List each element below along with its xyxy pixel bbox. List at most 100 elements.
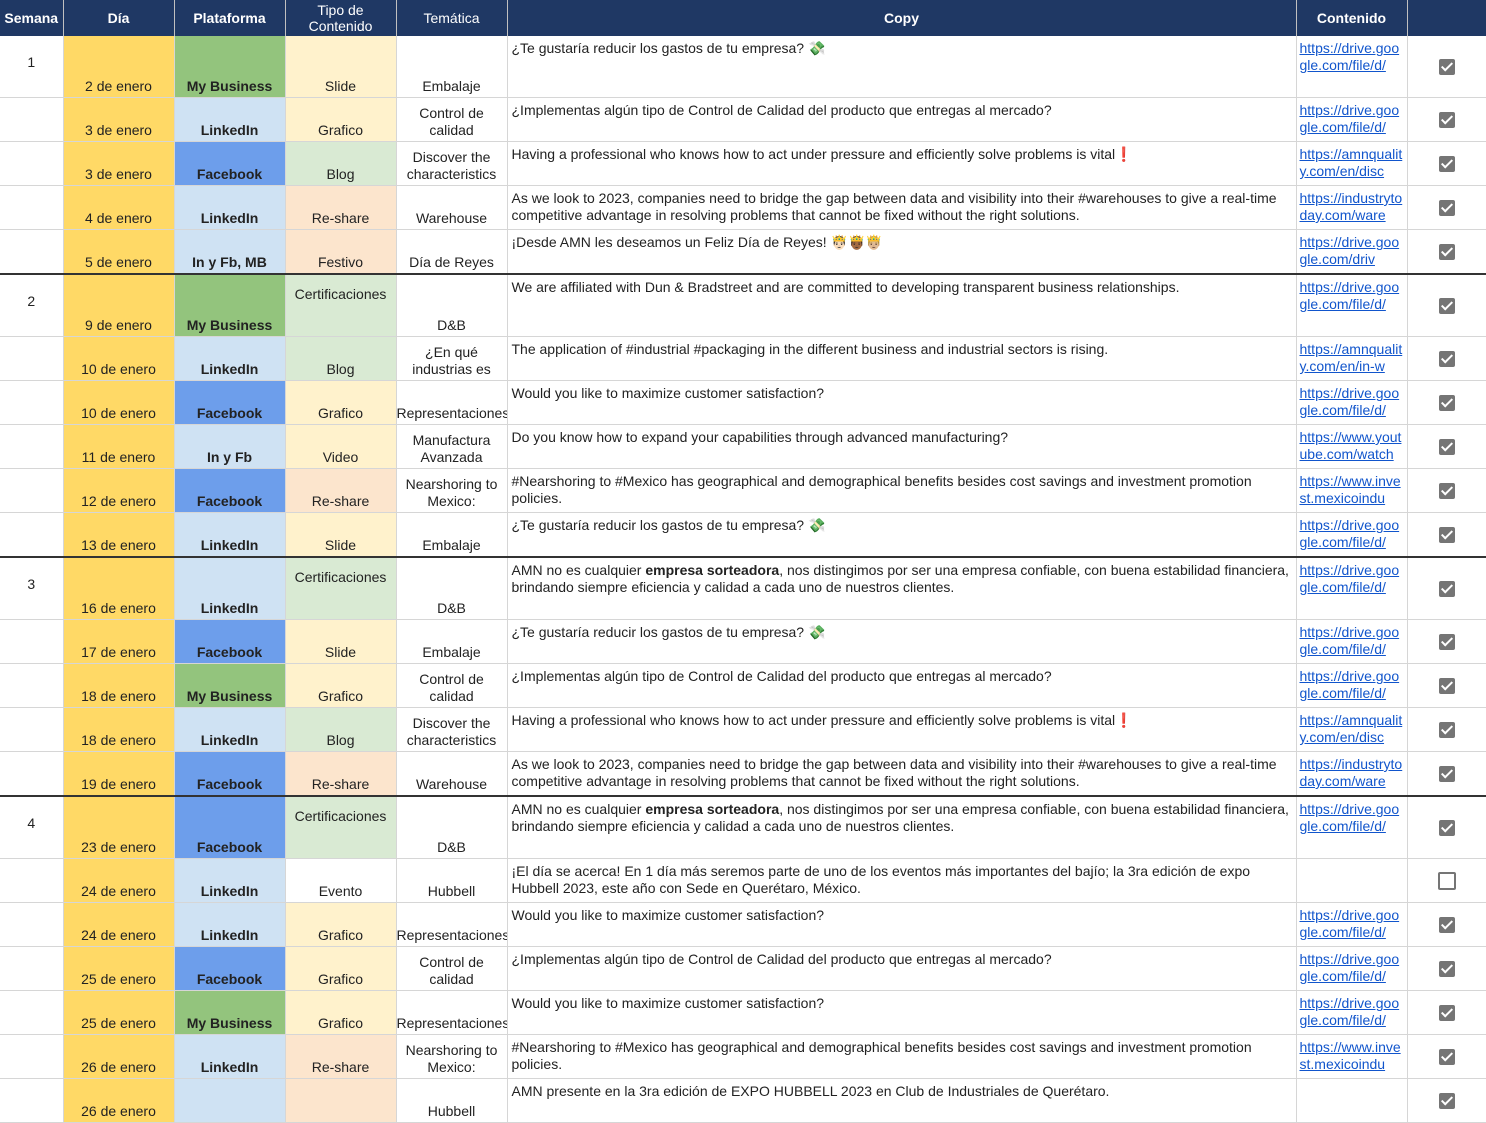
content-link-cell[interactable]: https://www.youtube.com/watch — [1296, 424, 1408, 469]
checked-checkbox-icon[interactable] — [1438, 527, 1455, 544]
content-link[interactable]: https://www.invest.mexicoindu — [1297, 1035, 1407, 1076]
platform-cell[interactable]: My Business — [174, 990, 286, 1035]
day-cell[interactable]: 24 de enero — [63, 858, 175, 903]
content-type-cell[interactable]: Re-share — [285, 1034, 397, 1079]
checkbox-cell[interactable] — [1407, 858, 1486, 903]
content-link-cell[interactable]: https://drive.google.com/file/d/ — [1296, 380, 1408, 425]
platform-cell[interactable]: LinkedIn — [174, 1034, 286, 1079]
content-type-cell[interactable]: Grafico — [285, 902, 397, 947]
week-cell[interactable]: 4 — [0, 795, 64, 859]
checkbox-cell[interactable] — [1407, 1078, 1486, 1123]
checkbox-cell[interactable] — [1407, 663, 1486, 708]
checked-checkbox-icon[interactable] — [1438, 678, 1455, 695]
day-cell[interactable]: 3 de enero — [63, 97, 175, 142]
day-cell[interactable]: 9 de enero — [63, 273, 175, 337]
copy-cell[interactable]: AMN no es cualquier empresa sorteadora, … — [507, 795, 1297, 859]
content-type-cell[interactable]: Blog — [285, 336, 397, 381]
checked-checkbox-icon[interactable] — [1438, 483, 1455, 500]
topic-cell[interactable]: Control de calidad — [396, 663, 508, 708]
content-link[interactable]: https://amnquality.com/en/in-w — [1297, 337, 1407, 378]
day-cell[interactable]: 2 de enero — [63, 36, 175, 98]
copy-cell[interactable]: ¿Implementas algún tipo de Control de Ca… — [507, 946, 1297, 991]
day-cell[interactable]: 3 de enero — [63, 141, 175, 186]
checkbox-cell[interactable] — [1407, 795, 1486, 859]
topic-cell[interactable]: Día de Reyes — [396, 229, 508, 275]
week-cell[interactable] — [0, 512, 64, 558]
checked-checkbox-icon[interactable] — [1438, 298, 1455, 315]
content-type-cell[interactable]: Re-share — [285, 185, 397, 230]
checkbox-cell[interactable] — [1407, 380, 1486, 425]
platform-cell[interactable]: Facebook — [174, 141, 286, 186]
topic-cell[interactable]: Representaciones — [396, 902, 508, 947]
day-cell[interactable]: 19 de enero — [63, 751, 175, 797]
copy-cell[interactable]: AMN no es cualquier empresa sorteadora, … — [507, 556, 1297, 620]
content-type-cell[interactable]: Slide — [285, 619, 397, 664]
content-link-cell[interactable]: https://drive.google.com/file/d/ — [1296, 556, 1408, 620]
checked-checkbox-icon[interactable] — [1438, 722, 1455, 739]
day-cell[interactable]: 26 de enero — [63, 1078, 175, 1123]
content-link[interactable]: https://amnquality.com/en/disc — [1297, 142, 1407, 183]
content-type-cell[interactable]: Video — [285, 424, 397, 469]
content-type-cell[interactable]: Blog — [285, 141, 397, 186]
content-link-cell[interactable] — [1296, 858, 1408, 903]
day-cell[interactable]: 10 de enero — [63, 336, 175, 381]
copy-cell[interactable]: Would you like to maximize customer sati… — [507, 902, 1297, 947]
checked-checkbox-icon[interactable] — [1438, 156, 1455, 173]
topic-cell[interactable]: Nearshoring to Mexico: — [396, 468, 508, 513]
week-cell[interactable]: 1 — [0, 36, 64, 98]
checkbox-cell[interactable] — [1407, 946, 1486, 991]
content-link[interactable]: https://drive.google.com/driv — [1297, 230, 1407, 271]
checked-checkbox-icon[interactable] — [1438, 59, 1455, 76]
topic-cell[interactable]: ¿En qué industrias es — [396, 336, 508, 381]
topic-cell[interactable]: Hubbell — [396, 1078, 508, 1123]
day-cell[interactable]: 18 de enero — [63, 707, 175, 752]
topic-cell[interactable]: D&B — [396, 795, 508, 859]
topic-cell[interactable]: Embalaje — [396, 36, 508, 98]
content-link-cell[interactable]: https://industrytoday.com/ware — [1296, 185, 1408, 230]
week-cell[interactable] — [0, 336, 64, 381]
copy-cell[interactable]: Do you know how to expand your capabilit… — [507, 424, 1297, 469]
week-cell[interactable] — [0, 663, 64, 708]
platform-cell[interactable]: Facebook — [174, 619, 286, 664]
content-link[interactable]: https://drive.google.com/file/d/ — [1297, 620, 1407, 661]
checked-checkbox-icon[interactable] — [1438, 1005, 1455, 1022]
content-link-cell[interactable]: https://drive.google.com/file/d/ — [1296, 273, 1408, 337]
checkbox-cell[interactable] — [1407, 990, 1486, 1035]
content-link-cell[interactable]: https://amnquality.com/en/in-w — [1296, 336, 1408, 381]
checkbox-cell[interactable] — [1407, 97, 1486, 142]
topic-cell[interactable]: Representaciones — [396, 380, 508, 425]
content-link-cell[interactable]: https://drive.google.com/file/d/ — [1296, 619, 1408, 664]
platform-cell[interactable]: LinkedIn — [174, 336, 286, 381]
checked-checkbox-icon[interactable] — [1438, 581, 1455, 598]
content-link-cell[interactable]: https://drive.google.com/file/d/ — [1296, 902, 1408, 947]
content-link[interactable]: https://amnquality.com/en/disc — [1297, 708, 1407, 749]
platform-cell[interactable]: LinkedIn — [174, 902, 286, 947]
topic-cell[interactable]: Hubbell — [396, 858, 508, 903]
content-link-cell[interactable]: https://drive.google.com/file/d/ — [1296, 663, 1408, 708]
platform-cell[interactable]: In y Fb — [174, 424, 286, 469]
checked-checkbox-icon[interactable] — [1438, 820, 1455, 837]
week-cell[interactable] — [0, 468, 64, 513]
content-type-cell[interactable]: Grafico — [285, 97, 397, 142]
platform-cell[interactable]: My Business — [174, 36, 286, 98]
topic-cell[interactable]: Control de calidad — [396, 97, 508, 142]
copy-cell[interactable]: We are affiliated with Dun & Bradstreet … — [507, 273, 1297, 337]
header-dia[interactable]: Día — [63, 0, 175, 36]
week-cell[interactable] — [0, 751, 64, 797]
content-type-cell[interactable]: Slide — [285, 512, 397, 558]
topic-cell[interactable]: D&B — [396, 273, 508, 337]
header-semana[interactable]: Semana — [0, 0, 64, 36]
platform-cell[interactable]: My Business — [174, 273, 286, 337]
topic-cell[interactable]: Warehouse — [396, 185, 508, 230]
day-cell[interactable]: 4 de enero — [63, 185, 175, 230]
topic-cell[interactable]: Representaciones — [396, 990, 508, 1035]
content-type-cell[interactable]: Festivo — [285, 229, 397, 275]
checkbox-cell[interactable] — [1407, 36, 1486, 98]
header-contenido[interactable]: Contenido — [1296, 0, 1408, 36]
day-cell[interactable]: 25 de enero — [63, 946, 175, 991]
week-cell[interactable] — [0, 1078, 64, 1123]
copy-cell[interactable]: ¿Te gustaría reducir los gastos de tu em… — [507, 512, 1297, 558]
checkbox-cell[interactable] — [1407, 1034, 1486, 1079]
content-type-cell[interactable]: Grafico — [285, 380, 397, 425]
content-link[interactable]: https://drive.google.com/file/d/ — [1297, 513, 1407, 554]
